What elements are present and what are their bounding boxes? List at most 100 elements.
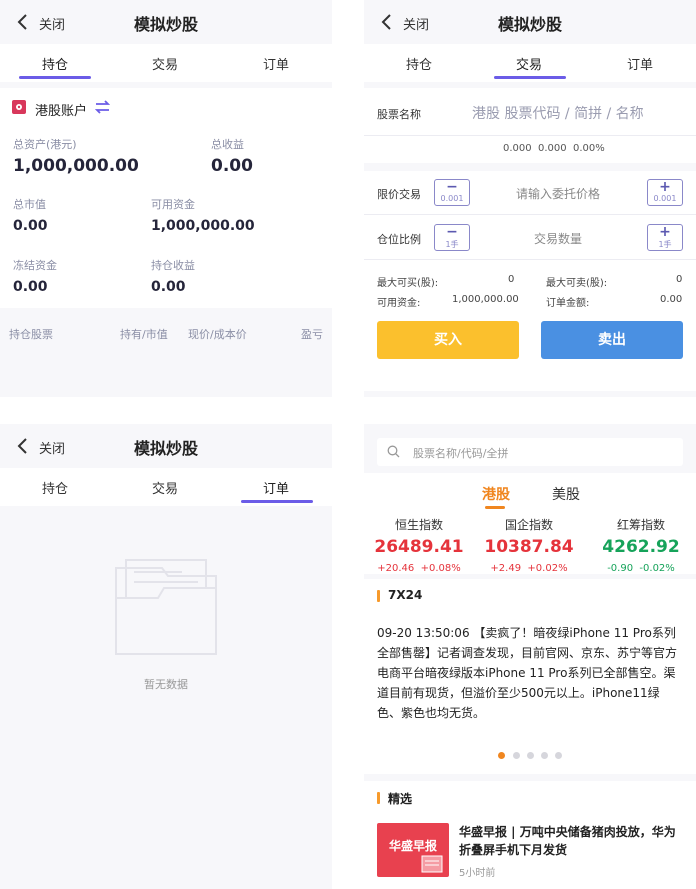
page-title: 模拟炒股 [133,439,198,458]
header: 关闭 模拟炒股 [364,0,696,44]
index-pct: -0.02% [639,563,675,574]
header: 关闭 模拟炒股 [0,424,332,468]
available-funds-value: 1,000,000.00 [151,218,255,234]
price-decrease-button[interactable]: −0.001 [434,179,470,206]
qty-decrease-button[interactable]: −1手 [434,224,470,251]
total-assets-label: 总资产(港元) [13,138,77,151]
total-income-value: 0.00 [211,156,253,176]
section-marker [377,590,380,602]
position-income-label: 持仓收益 [151,259,195,272]
sell-button[interactable]: 卖出 [541,321,683,359]
tab-bar: 持仓 交易 订单 [0,468,332,506]
divider [364,135,696,136]
active-tab-indicator [241,500,313,503]
price-step: 0.001 [440,194,464,203]
frozen-funds-label: 冻结资金 [13,259,57,272]
buy-button[interactable]: 买入 [377,321,519,359]
header: 关闭 模拟炒股 [0,0,332,44]
article-time: 5小时前 [459,868,496,879]
divider [364,214,696,215]
index-hscei[interactable]: 国企指数 10387.84 +2.49 +0.02% [474,516,584,574]
carousel-dot[interactable] [527,752,534,759]
carousel-dot[interactable] [555,752,562,759]
qty-step: 1手 [658,240,672,249]
tab-orders[interactable]: 订单 [585,54,695,73]
max-sell-label: 最大可卖(股): [546,278,608,289]
active-tab-indicator [494,76,566,79]
tab-holdings[interactable]: 持仓 [364,54,474,73]
index-change: -0.90 [607,563,634,574]
tab-bar: 持仓 交易 订单 [0,44,332,82]
position-ratio-label: 仓位比例 [377,233,421,246]
price-increase-button[interactable]: +0.001 [647,179,683,206]
order-amount-value: 0.00 [660,294,683,305]
qty-step: 1手 [445,240,459,249]
news-section: 7X24 09-20 13:50:06 【卖疯了！暗夜绿iPhone 11 Pr… [364,579,696,774]
max-sell-value: 0 [676,274,683,285]
index-price: 26489.41 [374,537,464,557]
empty-folder-icon [115,559,217,655]
tab-trade[interactable]: 交易 [110,478,220,497]
index-hsi[interactable]: 恒生指数 26489.41 +20.46 +0.08% [364,516,474,574]
index-price: 10387.84 [484,537,574,557]
carousel-dot[interactable] [513,752,520,759]
order-form: 限价交易 −0.001 请输入委托价格 +0.001 仓位比例 −1手 交易数量… [364,171,696,391]
market-tab-indicator [485,506,505,509]
hk-flag-icon [12,100,26,114]
tab-trade[interactable]: 交易 [474,54,584,73]
index-section: 港股 美股 恒生指数 26489.41 +20.46 +0.08% 国企指数 1… [364,473,696,574]
index-pct: +0.02% [527,563,568,574]
article-title[interactable]: 华盛早报 | 万吨中央储备猪肉投放，华为折叠屏手机下月发货 [459,823,684,859]
frozen-funds-value: 0.00 [13,279,48,295]
search-input[interactable]: 股票名称/代码/全拼 [413,445,508,461]
trade-panel: 关闭 模拟炒股 持仓 交易 订单 股票名称 港股 股票代码 / 简拼 / 名称 … [364,0,696,397]
tab-orders[interactable]: 订单 [221,54,331,73]
index-change: +2.49 [490,563,522,574]
limit-order-label: 限价交易 [377,188,421,201]
index-change: +20.46 [377,563,415,574]
newspaper-icon [421,855,443,873]
orders-panel: 关闭 模拟炒股 持仓 交易 订单 暂无数据 [0,424,332,889]
tab-orders[interactable]: 订单 [221,478,331,497]
tab-holdings[interactable]: 持仓 [0,478,110,497]
total-assets-value: 1,000,000.00 [13,156,139,176]
empty-state-text: 暂无数据 [144,678,188,691]
market-value: 0.00 [13,218,48,234]
max-buy-label: 最大可买(股): [377,278,439,289]
price-input[interactable]: 请输入委托价格 [516,185,600,202]
col-stock: 持仓股票 [9,328,53,341]
divider [364,259,696,260]
carousel-dot-active[interactable] [498,752,505,759]
carousel-dot[interactable] [541,752,548,759]
index-name: 红筹指数 [616,518,665,532]
page-title: 模拟炒股 [497,15,562,34]
available-funds-label: 可用资金 [151,198,195,211]
index-name: 恒生指数 [394,518,443,532]
switch-account-icon[interactable] [95,100,110,114]
col-price: 现价/成本价 [188,328,247,341]
active-tab-indicator [19,76,91,79]
tab-hk[interactable]: 港股 [482,484,510,504]
index-price: 4262.92 [602,537,680,557]
col-pnl: 盈亏 [301,328,323,341]
index-hscci[interactable]: 红筹指数 4262.92 -0.90 -0.02% [586,516,696,574]
market-value-label: 总市值 [13,198,46,211]
qty-input[interactable]: 交易数量 [534,230,582,247]
tab-trade[interactable]: 交易 [110,54,220,73]
tab-holdings[interactable]: 持仓 [0,54,110,73]
holdings-panel: 关闭 模拟炒股 持仓 交易 订单 港股账户 总资产(港元) 1,000,000.… [0,0,332,397]
news-item[interactable]: 09-20 13:50:06 【卖疯了！暗夜绿iPhone 11 Pro系列全部… [377,623,683,723]
picks-section: 精选 华盛早报 华盛早报 | 万吨中央储备猪肉投放，华为折叠屏手机下月发货 5小… [364,781,696,889]
news-section-title: 7X24 [388,588,423,602]
quote-pct: 0.00% [573,143,605,154]
stock-search-input[interactable]: 港股 股票代码 / 简拼 / 名称 [472,103,644,123]
quote-price: 0.000 [503,143,532,154]
quote-change: 0.000 [538,143,567,154]
stock-search-bar[interactable]: 股票名称/代码/全拼 [377,438,683,466]
article-thumbnail[interactable]: 华盛早报 [377,823,449,877]
market-panel: 股票名称/代码/全拼 港股 美股 恒生指数 26489.41 +20.46 +0… [364,424,696,889]
tab-us[interactable]: 美股 [552,484,580,504]
qty-increase-button[interactable]: +1手 [647,224,683,251]
picks-section-title: 精选 [388,792,413,806]
page-title: 模拟炒股 [133,15,198,34]
